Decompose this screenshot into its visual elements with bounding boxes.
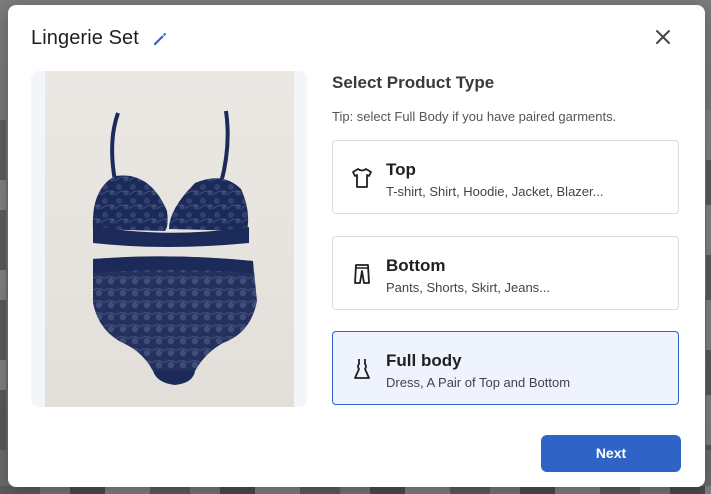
next-button[interactable]: Next: [541, 435, 681, 472]
product-photo: [45, 71, 294, 407]
close-icon[interactable]: [653, 27, 673, 47]
background-gallery-bottom: [0, 486, 711, 494]
option-bottom[interactable]: Bottom Pants, Shorts, Skirt, Jeans...: [332, 236, 679, 310]
option-label: Bottom: [386, 256, 446, 275]
section-heading: Select Product Type: [332, 73, 495, 92]
tshirt-icon: [352, 168, 372, 188]
product-type-dialog: Lingerie Set Select Product Type Tip: se…: [8, 5, 705, 487]
option-description: Dress, A Pair of Top and Bottom: [386, 375, 571, 390]
product-image-panel: [31, 71, 307, 407]
option-label: Top: [386, 160, 416, 179]
lingerie-set-illustration: [92, 110, 257, 385]
option-description: T-shirt, Shirt, Hoodie, Jacket, Blazer..…: [386, 184, 604, 199]
option-label: Full body: [386, 351, 462, 370]
tip-text: Tip: select Full Body if you have paired…: [332, 109, 617, 124]
pencil-icon[interactable]: [151, 30, 169, 48]
option-description: Pants, Shorts, Skirt, Jeans...: [386, 280, 551, 295]
option-full-body[interactable]: Full body Dress, A Pair of Top and Botto…: [332, 331, 679, 405]
background-gallery-right: [706, 110, 711, 450]
dress-icon: [354, 359, 370, 379]
pants-icon: [354, 264, 370, 284]
option-top[interactable]: Top T-shirt, Shirt, Hoodie, Jacket, Blaz…: [332, 140, 679, 214]
background-gallery-left: [0, 120, 6, 450]
dialog-title: Lingerie Set: [31, 27, 139, 49]
